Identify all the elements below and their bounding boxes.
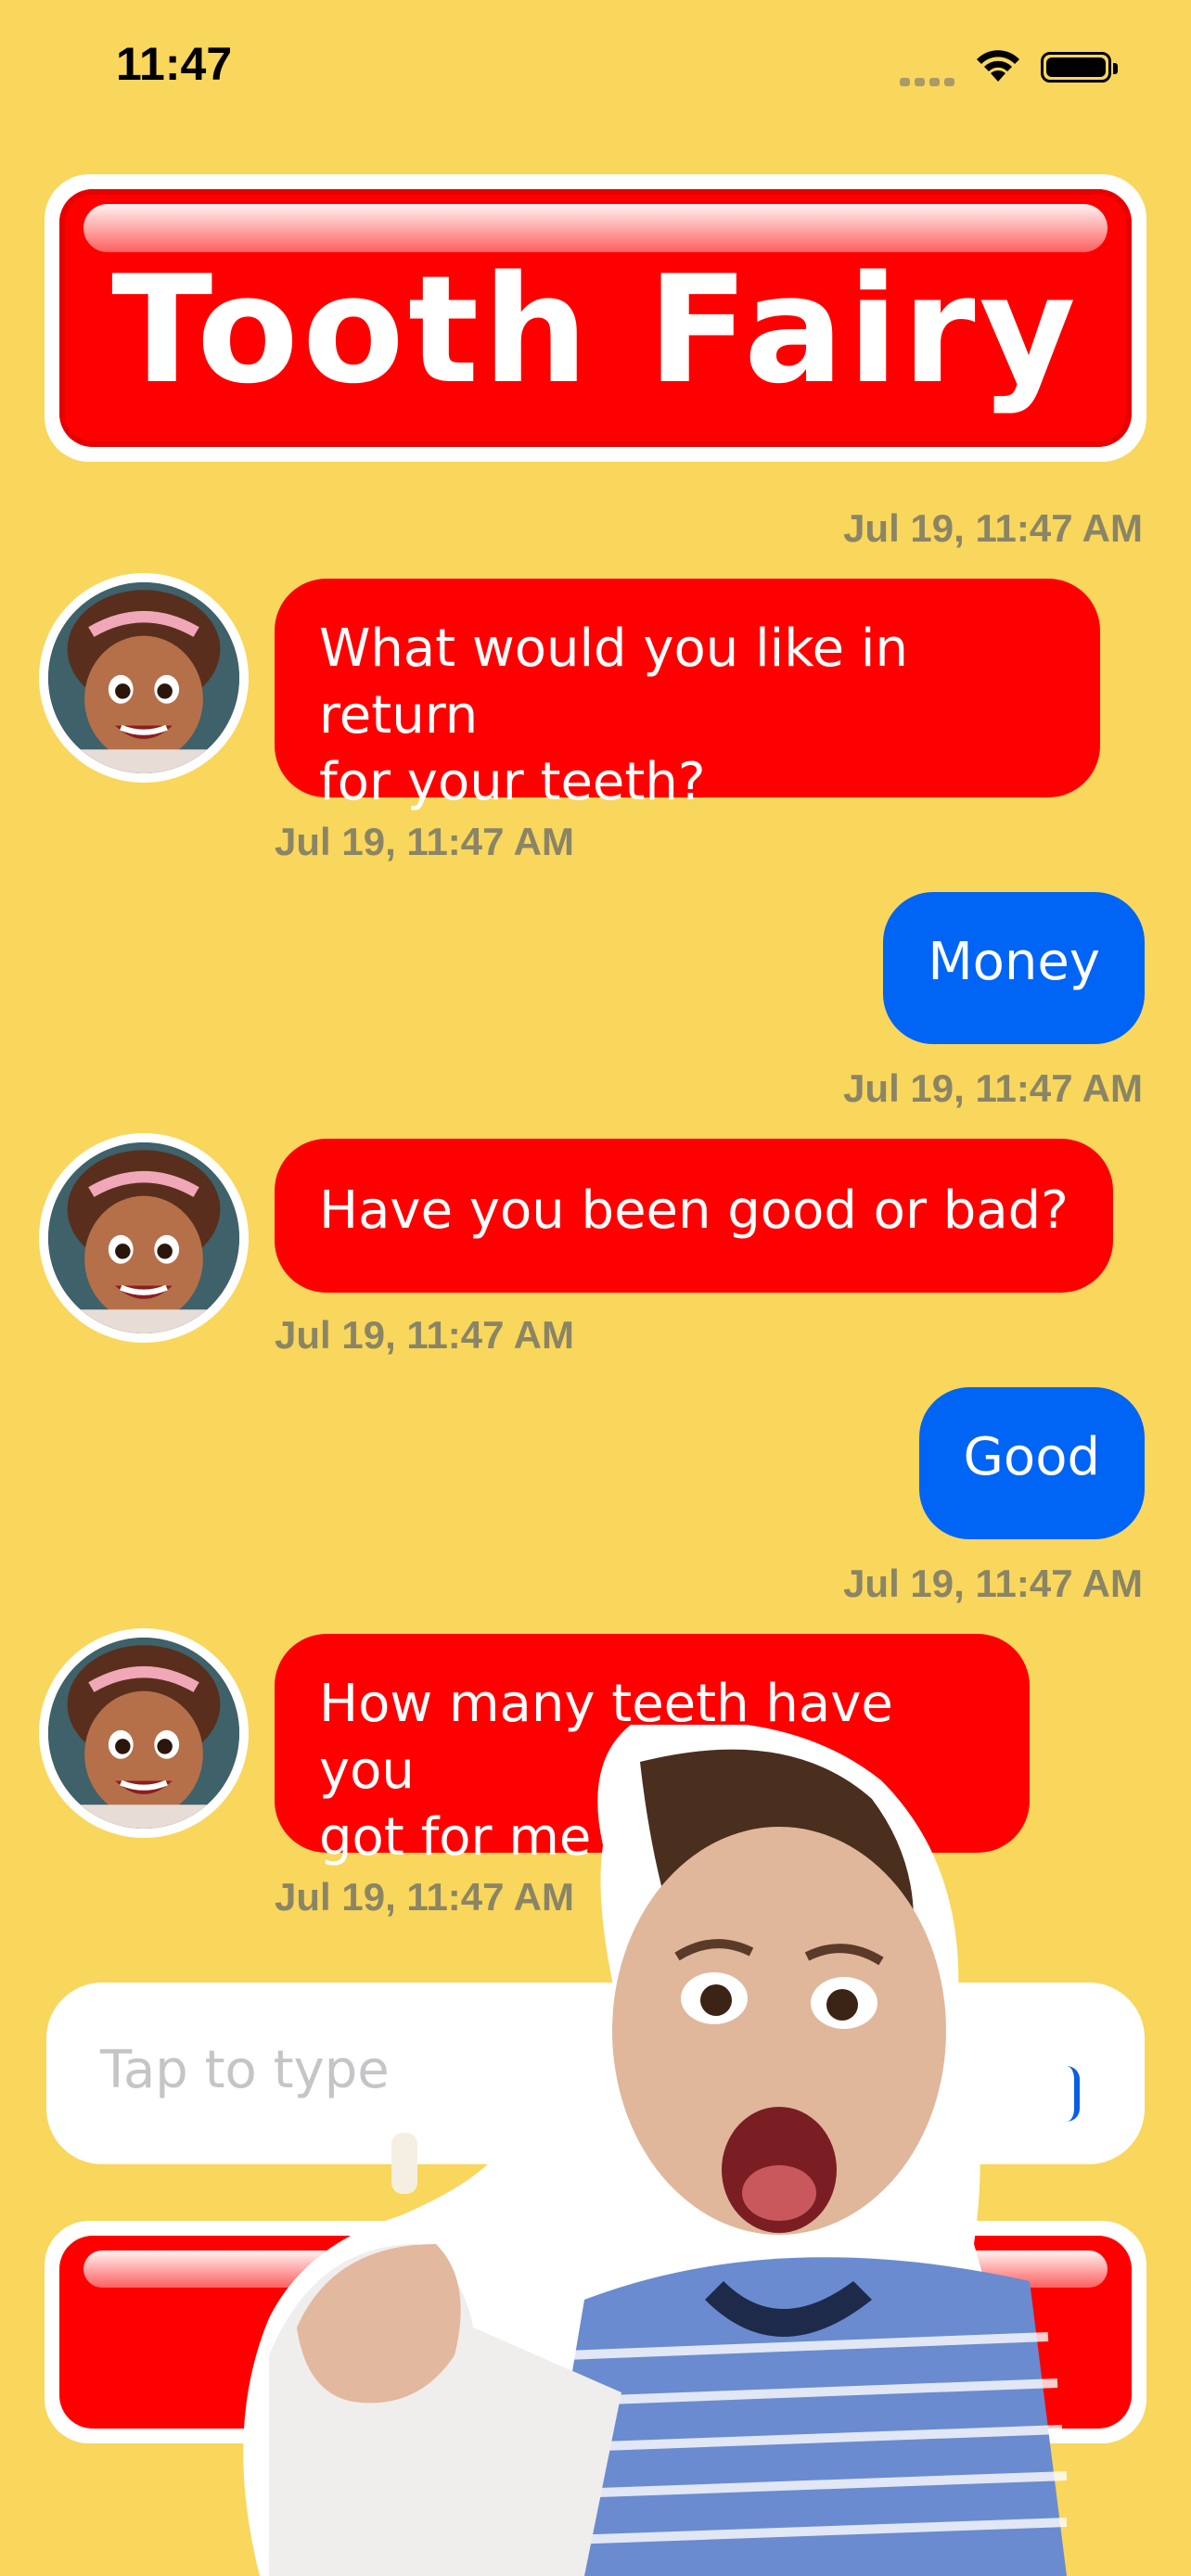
- status-time: 11:47: [116, 38, 233, 90]
- tooth-fairy-avatar: [39, 1133, 249, 1343]
- tooth-fairy-avatar: [39, 1628, 249, 1838]
- fairy-face-icon: [48, 1638, 239, 1829]
- tooth-fairy-avatar: [39, 573, 249, 783]
- fairy-face-icon: [48, 582, 239, 773]
- message-timestamp: Jul 19, 11:47 AM: [843, 1562, 1143, 1605]
- message-timestamp: Jul 19, 11:47 AM: [275, 1313, 574, 1357]
- battery-icon: [1041, 52, 1118, 83]
- page-title: Tooth Fairy: [111, 242, 1080, 416]
- status-bar: 11:47: [0, 0, 1191, 139]
- cellular-signal-icon: [900, 74, 959, 91]
- wifi-icon: [977, 50, 1019, 82]
- message-timestamp: Jul 19, 11:47 AM: [275, 820, 574, 863]
- message-timestamp: Jul 19, 11:47 AM: [843, 506, 1143, 550]
- user-message-bubble: Good: [918, 1387, 1145, 1539]
- fairy-message-bubble: Have you been good or bad?: [275, 1139, 1113, 1293]
- user-message-bubble: Money: [883, 892, 1145, 1044]
- message-timestamp: Jul 19, 11:47 AM: [843, 1066, 1143, 1110]
- fairy-face-icon: [48, 1142, 239, 1333]
- fairy-message-bubble: What would you like in return for your t…: [275, 579, 1100, 812]
- title-banner: Tooth Fairy: [45, 174, 1146, 462]
- child-holding-tooth-sticker: [243, 1725, 1068, 2576]
